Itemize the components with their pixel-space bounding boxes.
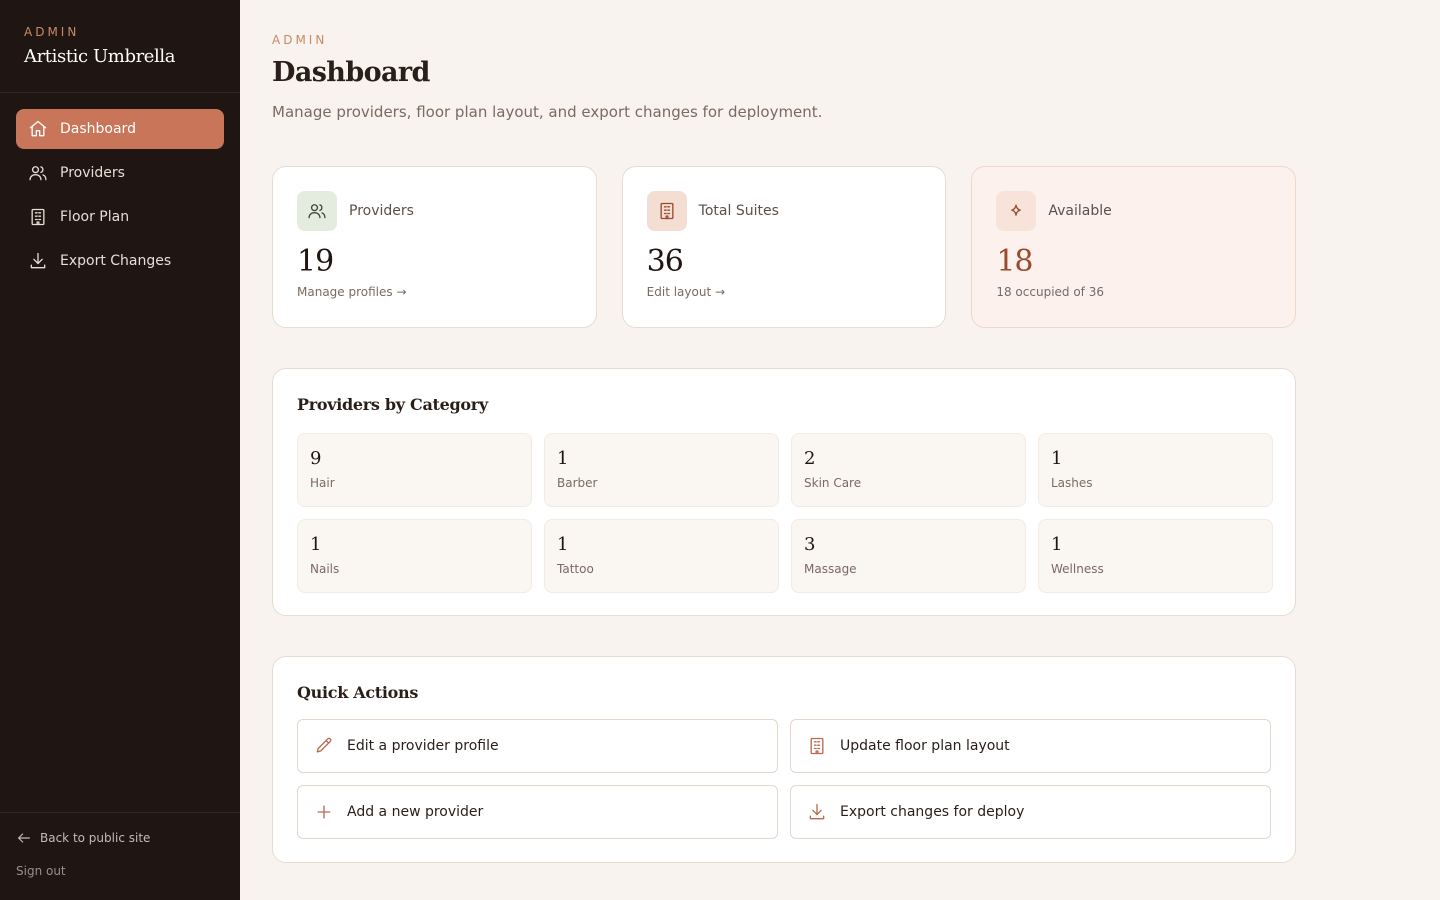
brand-name[interactable]: Artistic Umbrella (24, 46, 216, 67)
page-title: Dashboard (272, 57, 430, 88)
export-changes-button[interactable]: Export changes for deploy (790, 785, 1271, 839)
users-icon (308, 204, 326, 219)
sidebar-item-dashboard[interactable]: Dashboard (16, 109, 224, 149)
stat-label: Available (1048, 203, 1112, 219)
edit-layout-link[interactable]: Edit layout → (647, 285, 922, 299)
stat-card-total-suites[interactable]: Total Suites 36 Edit layout → (621, 166, 947, 328)
stat-label: Providers (349, 203, 414, 219)
sign-out-link[interactable]: Sign out (16, 860, 224, 882)
occupancy-note: 18 occupied of 36 (996, 285, 1104, 299)
update-floor-plan-button[interactable]: Update floor plan layout (790, 719, 1271, 773)
arrow-left-icon (18, 833, 30, 843)
category-tile-lashes: 1 Lashes (1038, 433, 1273, 507)
panel-title: Quick Actions (297, 683, 419, 702)
brand-kicker: ADMIN (24, 25, 80, 39)
users-icon (29, 166, 47, 181)
stat-icon-wrap (297, 191, 337, 231)
category-tile-hair: 9 Hair (297, 433, 532, 507)
category-tile-skin-care: 2 Skin Care (791, 433, 1026, 507)
sidebar-item-label: Floor Plan (60, 209, 130, 225)
category-count: 2 (804, 448, 816, 469)
category-label: Hair (310, 476, 335, 490)
quick-action-label: Edit a provider profile (347, 738, 499, 754)
stat-icon-wrap (996, 191, 1037, 231)
brand: ADMIN Artistic Umbrella (0, 0, 240, 93)
category-label: Skin Care (804, 476, 862, 490)
plus-icon (317, 805, 331, 819)
stat-card-providers[interactable]: Providers 19 Manage profiles → (272, 166, 597, 328)
category-tile-nails: 1 Nails (297, 519, 532, 593)
add-new-provider-button[interactable]: Add a new provider (297, 785, 778, 839)
edit-provider-profile-button[interactable]: Edit a provider profile (297, 719, 778, 773)
quick-actions-grid: Edit a provider profile Update floor pla… (297, 719, 1271, 839)
category-tile-wellness: 1 Wellness (1038, 519, 1273, 593)
providers-by-category-panel: Providers by Category 9 Hair 1 Barber 2 … (272, 368, 1296, 616)
quick-actions-panel: Quick Actions Edit a provider profile Up… (272, 656, 1296, 863)
sidebar-item-floor-plan[interactable]: Floor Plan (16, 197, 224, 237)
quick-action-label: Export changes for deploy (840, 804, 1025, 820)
sidebar-footer: Back to public site Sign out (0, 812, 240, 900)
sidebar-item-label: Dashboard (60, 121, 136, 137)
category-count: 3 (804, 534, 816, 555)
sidebar-item-providers[interactable]: Providers (16, 153, 224, 193)
back-link-label: Back to public site (40, 831, 151, 845)
sidebar-item-label: Export Changes (60, 253, 172, 269)
category-label: Massage (804, 562, 857, 576)
building-icon (31, 208, 45, 226)
stat-head: Available (996, 191, 1271, 231)
download-icon (30, 252, 46, 269)
category-label: Lashes (1051, 476, 1093, 490)
category-tile-tattoo: 1 Tattoo (544, 519, 779, 593)
category-tile-massage: 3 Massage (791, 519, 1026, 593)
main-content: ADMIN Dashboard Manage providers, floor … (272, 0, 1297, 863)
sidebar: ADMIN Artistic Umbrella Dashboard Provid… (0, 0, 240, 900)
stat-card-available: Available 18 18 occupied of 36 (971, 166, 1297, 328)
sparkle-icon (1011, 204, 1022, 216)
stat-value: 19 (297, 244, 334, 279)
stat-head: Total Suites (646, 191, 922, 231)
pencil-icon (316, 737, 332, 753)
category-label: Barber (557, 476, 598, 490)
category-count: 1 (557, 534, 569, 555)
sidebar-item-export-changes[interactable]: Export Changes (16, 241, 224, 281)
category-count: 1 (557, 448, 569, 469)
building-icon (810, 737, 824, 755)
category-count: 9 (310, 448, 322, 469)
stat-head: Providers (297, 191, 572, 231)
sidebar-item-label: Providers (60, 165, 125, 181)
download-icon (809, 803, 825, 820)
manage-profiles-link[interactable]: Manage profiles → (297, 285, 572, 299)
category-tile-barber: 1 Barber (544, 433, 779, 507)
stat-label: Total Suites (698, 203, 779, 219)
stat-icon-wrap (646, 191, 687, 231)
category-count: 1 (1051, 534, 1063, 555)
stat-value: 18 (996, 244, 1033, 279)
page-kicker: ADMIN (272, 33, 328, 47)
category-grid: 9 Hair 1 Barber 2 Skin Care 1 Lashes 1 N… (297, 433, 1273, 593)
category-count: 1 (310, 534, 322, 555)
stats-row: Providers 19 Manage profiles → Total Sui… (272, 166, 1297, 328)
home-icon (29, 120, 47, 137)
sidebar-nav: Dashboard Providers Floor Plan Export Ch… (0, 93, 240, 281)
category-label: Wellness (1051, 562, 1104, 576)
quick-action-label: Update floor plan layout (840, 738, 1010, 754)
building-icon (660, 202, 674, 220)
quick-action-label: Add a new provider (347, 804, 484, 820)
category-label: Tattoo (557, 562, 594, 576)
page-subtitle: Manage providers, floor plan layout, and… (272, 103, 823, 121)
panel-title: Providers by Category (297, 395, 488, 414)
category-count: 1 (1051, 448, 1063, 469)
back-to-public-site-link[interactable]: Back to public site (16, 827, 224, 849)
category-label: Nails (310, 562, 340, 576)
stat-value: 36 (646, 244, 684, 279)
